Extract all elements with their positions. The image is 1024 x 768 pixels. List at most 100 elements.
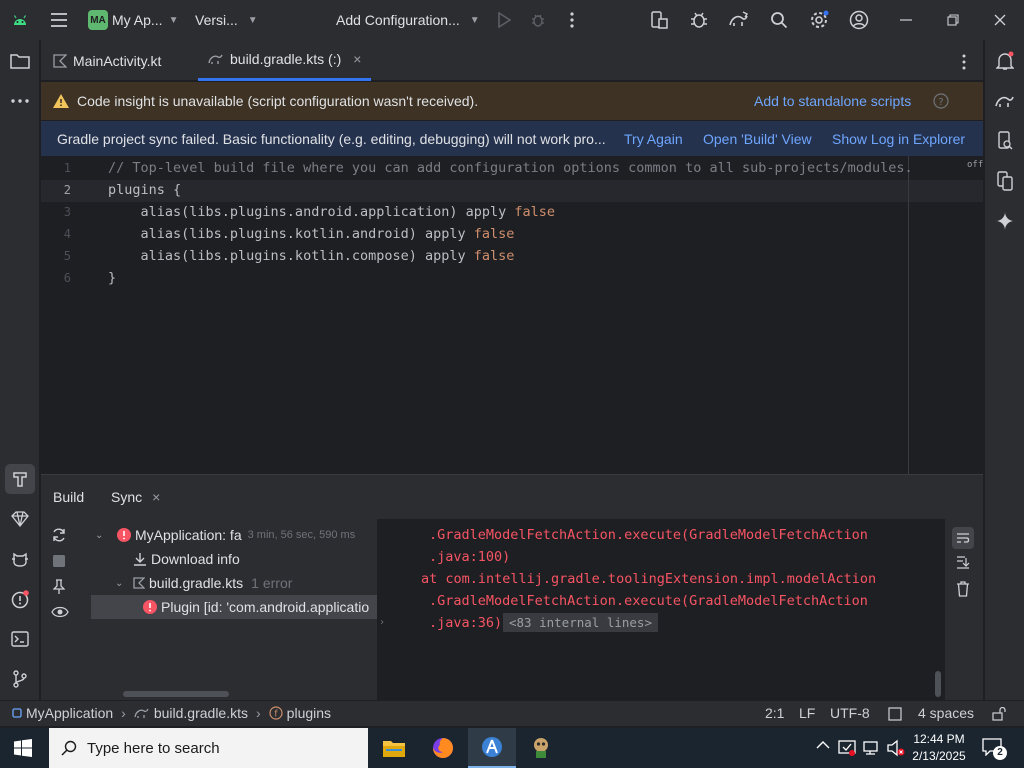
taskbar-search-box[interactable]: Type here to search — [49, 728, 368, 768]
close-tab-icon[interactable]: × — [152, 489, 160, 505]
chevron-up-icon[interactable] — [816, 740, 830, 750]
build-console-output[interactable]: .GradleModelFetchAction.execute(GradleMo… — [377, 519, 945, 701]
indent-setting[interactable]: 4 spaces — [918, 705, 974, 721]
pin-icon[interactable] — [53, 579, 65, 595]
gradle-sync-failed-banner: Gradle project sync failed. Basic functi… — [41, 120, 983, 156]
sync-failed-message: Gradle project sync failed. Basic functi… — [57, 130, 606, 147]
character-app[interactable] — [517, 728, 565, 768]
tree-row-plugin-error[interactable]: Plugin [id: 'com.android.applicatio — [91, 595, 377, 619]
android-studio-app[interactable] — [468, 728, 516, 768]
lock-icon[interactable] — [992, 707, 1006, 721]
logcat-icon[interactable] — [8, 547, 32, 571]
console-toolbar — [945, 519, 983, 701]
tab-sync[interactable]: Sync × — [111, 489, 160, 505]
debug-icon[interactable] — [528, 10, 548, 30]
gemini-diamond-icon[interactable] — [8, 507, 32, 531]
more-tools-icon[interactable] — [8, 89, 32, 113]
line-separator[interactable]: LF — [799, 705, 815, 721]
show-log-link[interactable]: Show Log in Explorer — [832, 131, 965, 147]
tab-build[interactable]: Build — [53, 489, 84, 505]
gradle-sync-icon[interactable] — [728, 9, 750, 31]
vcs-selector[interactable]: Versi... ▼ — [195, 0, 258, 40]
code-editor[interactable]: off 1 // Top-level build file where you … — [41, 156, 983, 474]
open-build-view-link[interactable]: Open 'Build' View — [703, 131, 812, 147]
run-icon[interactable] — [494, 10, 514, 30]
windows-start-icon[interactable] — [14, 739, 32, 757]
eye-icon[interactable] — [51, 605, 69, 619]
notifications-bell-icon[interactable] — [993, 49, 1017, 73]
volume-muted-icon[interactable] — [886, 739, 906, 757]
more-actions-icon[interactable] — [562, 10, 582, 30]
status-bar: MyApplication › build.gradle.kts › f plu… — [0, 700, 1024, 726]
clear-trash-icon[interactable] — [956, 581, 970, 597]
tab-options-icon[interactable] — [954, 52, 974, 72]
git-branch-icon[interactable] — [8, 667, 32, 691]
build-tree: ⌄ MyApplication: fa 3 min, 56 sec, 590 m… — [83, 519, 377, 701]
chevron-right-icon: › — [121, 705, 126, 721]
stop-icon[interactable] — [53, 555, 65, 567]
vertical-scrollbar[interactable] — [935, 671, 941, 697]
run-config-selector[interactable]: Add Configuration... ▼ — [336, 0, 480, 40]
scroll-to-end-icon[interactable] — [956, 555, 970, 569]
internal-lines-fold[interactable]: <83 internal lines> — [503, 613, 658, 632]
search-icon[interactable] — [768, 9, 790, 31]
tab-mainactivity[interactable]: MainActivity.kt — [53, 40, 161, 81]
tree-row-build-gradle[interactable]: ⌄ build.gradle.kts 1 error — [115, 571, 292, 595]
maximize-icon[interactable] — [943, 10, 963, 30]
running-devices-icon[interactable] — [993, 169, 1017, 193]
tab-build-gradle[interactable]: build.gradle.kts (:) × — [198, 40, 372, 81]
breadcrumb-symbol[interactable]: plugins — [287, 705, 331, 721]
help-icon[interactable]: ? — [933, 93, 949, 109]
app-quality-icon[interactable] — [688, 9, 710, 31]
breadcrumb-file[interactable]: build.gradle.kts — [154, 705, 248, 721]
firefox-app[interactable] — [419, 728, 467, 768]
settings-gear-icon[interactable] — [808, 9, 830, 31]
notification-count: 2 — [993, 746, 1007, 760]
main-menu-icon[interactable] — [48, 10, 70, 30]
line-number: 4 — [63, 227, 71, 241]
file-explorer-app[interactable] — [370, 728, 418, 768]
line-number: 3 — [63, 205, 71, 219]
breadcrumb: MyApplication › build.gradle.kts › f plu… — [12, 705, 331, 721]
close-tab-icon[interactable]: × — [353, 51, 361, 67]
project-selector[interactable]: MA My Ap... ▼ — [88, 0, 178, 40]
breadcrumb-project[interactable]: MyApplication — [26, 705, 113, 721]
problems-icon[interactable] — [8, 587, 32, 611]
tree-row-download-info[interactable]: Download info — [133, 547, 240, 571]
restart-sync-icon[interactable] — [51, 527, 67, 543]
kotlin-file-icon — [53, 53, 67, 68]
gradle-icon[interactable] — [993, 89, 1017, 113]
add-to-standalone-scripts-link[interactable]: Add to standalone scripts — [754, 93, 911, 109]
taskbar-clock[interactable]: 12:44 PM 2/13/2025 — [908, 731, 970, 765]
terminal-icon[interactable] — [8, 627, 32, 651]
code-text: alias(libs.plugins.kotlin.android) apply — [108, 226, 474, 242]
notification-center-button[interactable]: 2 — [980, 736, 1008, 760]
editor-tabs: MainActivity.kt build.gradle.kts (:) × — [41, 40, 983, 81]
module-icon — [12, 708, 22, 718]
chevron-down-icon[interactable]: ⌄ — [115, 578, 133, 589]
tree-row-root[interactable]: ⌄ MyApplication: fa 3 min, 56 sec, 590 m… — [95, 523, 355, 547]
caret-position[interactable]: 2:1 — [765, 705, 784, 721]
file-encoding[interactable]: UTF-8 — [830, 705, 870, 721]
network-tray-icon[interactable] — [862, 739, 880, 757]
account-icon[interactable] — [848, 9, 870, 31]
security-tray-icon[interactable] — [838, 739, 856, 757]
horizontal-scrollbar[interactable] — [123, 691, 229, 697]
function-icon: f — [269, 706, 283, 720]
try-again-link[interactable]: Try Again — [624, 131, 683, 147]
build-hammer-icon[interactable] — [5, 464, 35, 494]
run-config-label: Add Configuration... — [336, 12, 460, 28]
close-icon[interactable] — [990, 10, 1010, 30]
minimize-icon[interactable] — [896, 10, 916, 30]
gemini-sparkle-icon[interactable] — [993, 209, 1017, 233]
project-folder-icon[interactable] — [8, 49, 32, 73]
left-tool-strip — [0, 40, 40, 700]
chevron-down-icon[interactable]: ⌄ — [95, 530, 113, 541]
readonly-toggle-icon[interactable] — [888, 707, 902, 721]
soft-wrap-icon[interactable] — [952, 527, 974, 549]
chevron-right-icon[interactable]: › — [379, 617, 385, 628]
device-explorer-icon[interactable] — [993, 129, 1017, 153]
code-insight-message: Code insight is unavailable (script conf… — [77, 93, 479, 109]
clock-time: 12:44 PM — [913, 732, 965, 746]
device-manager-icon[interactable] — [648, 9, 670, 31]
